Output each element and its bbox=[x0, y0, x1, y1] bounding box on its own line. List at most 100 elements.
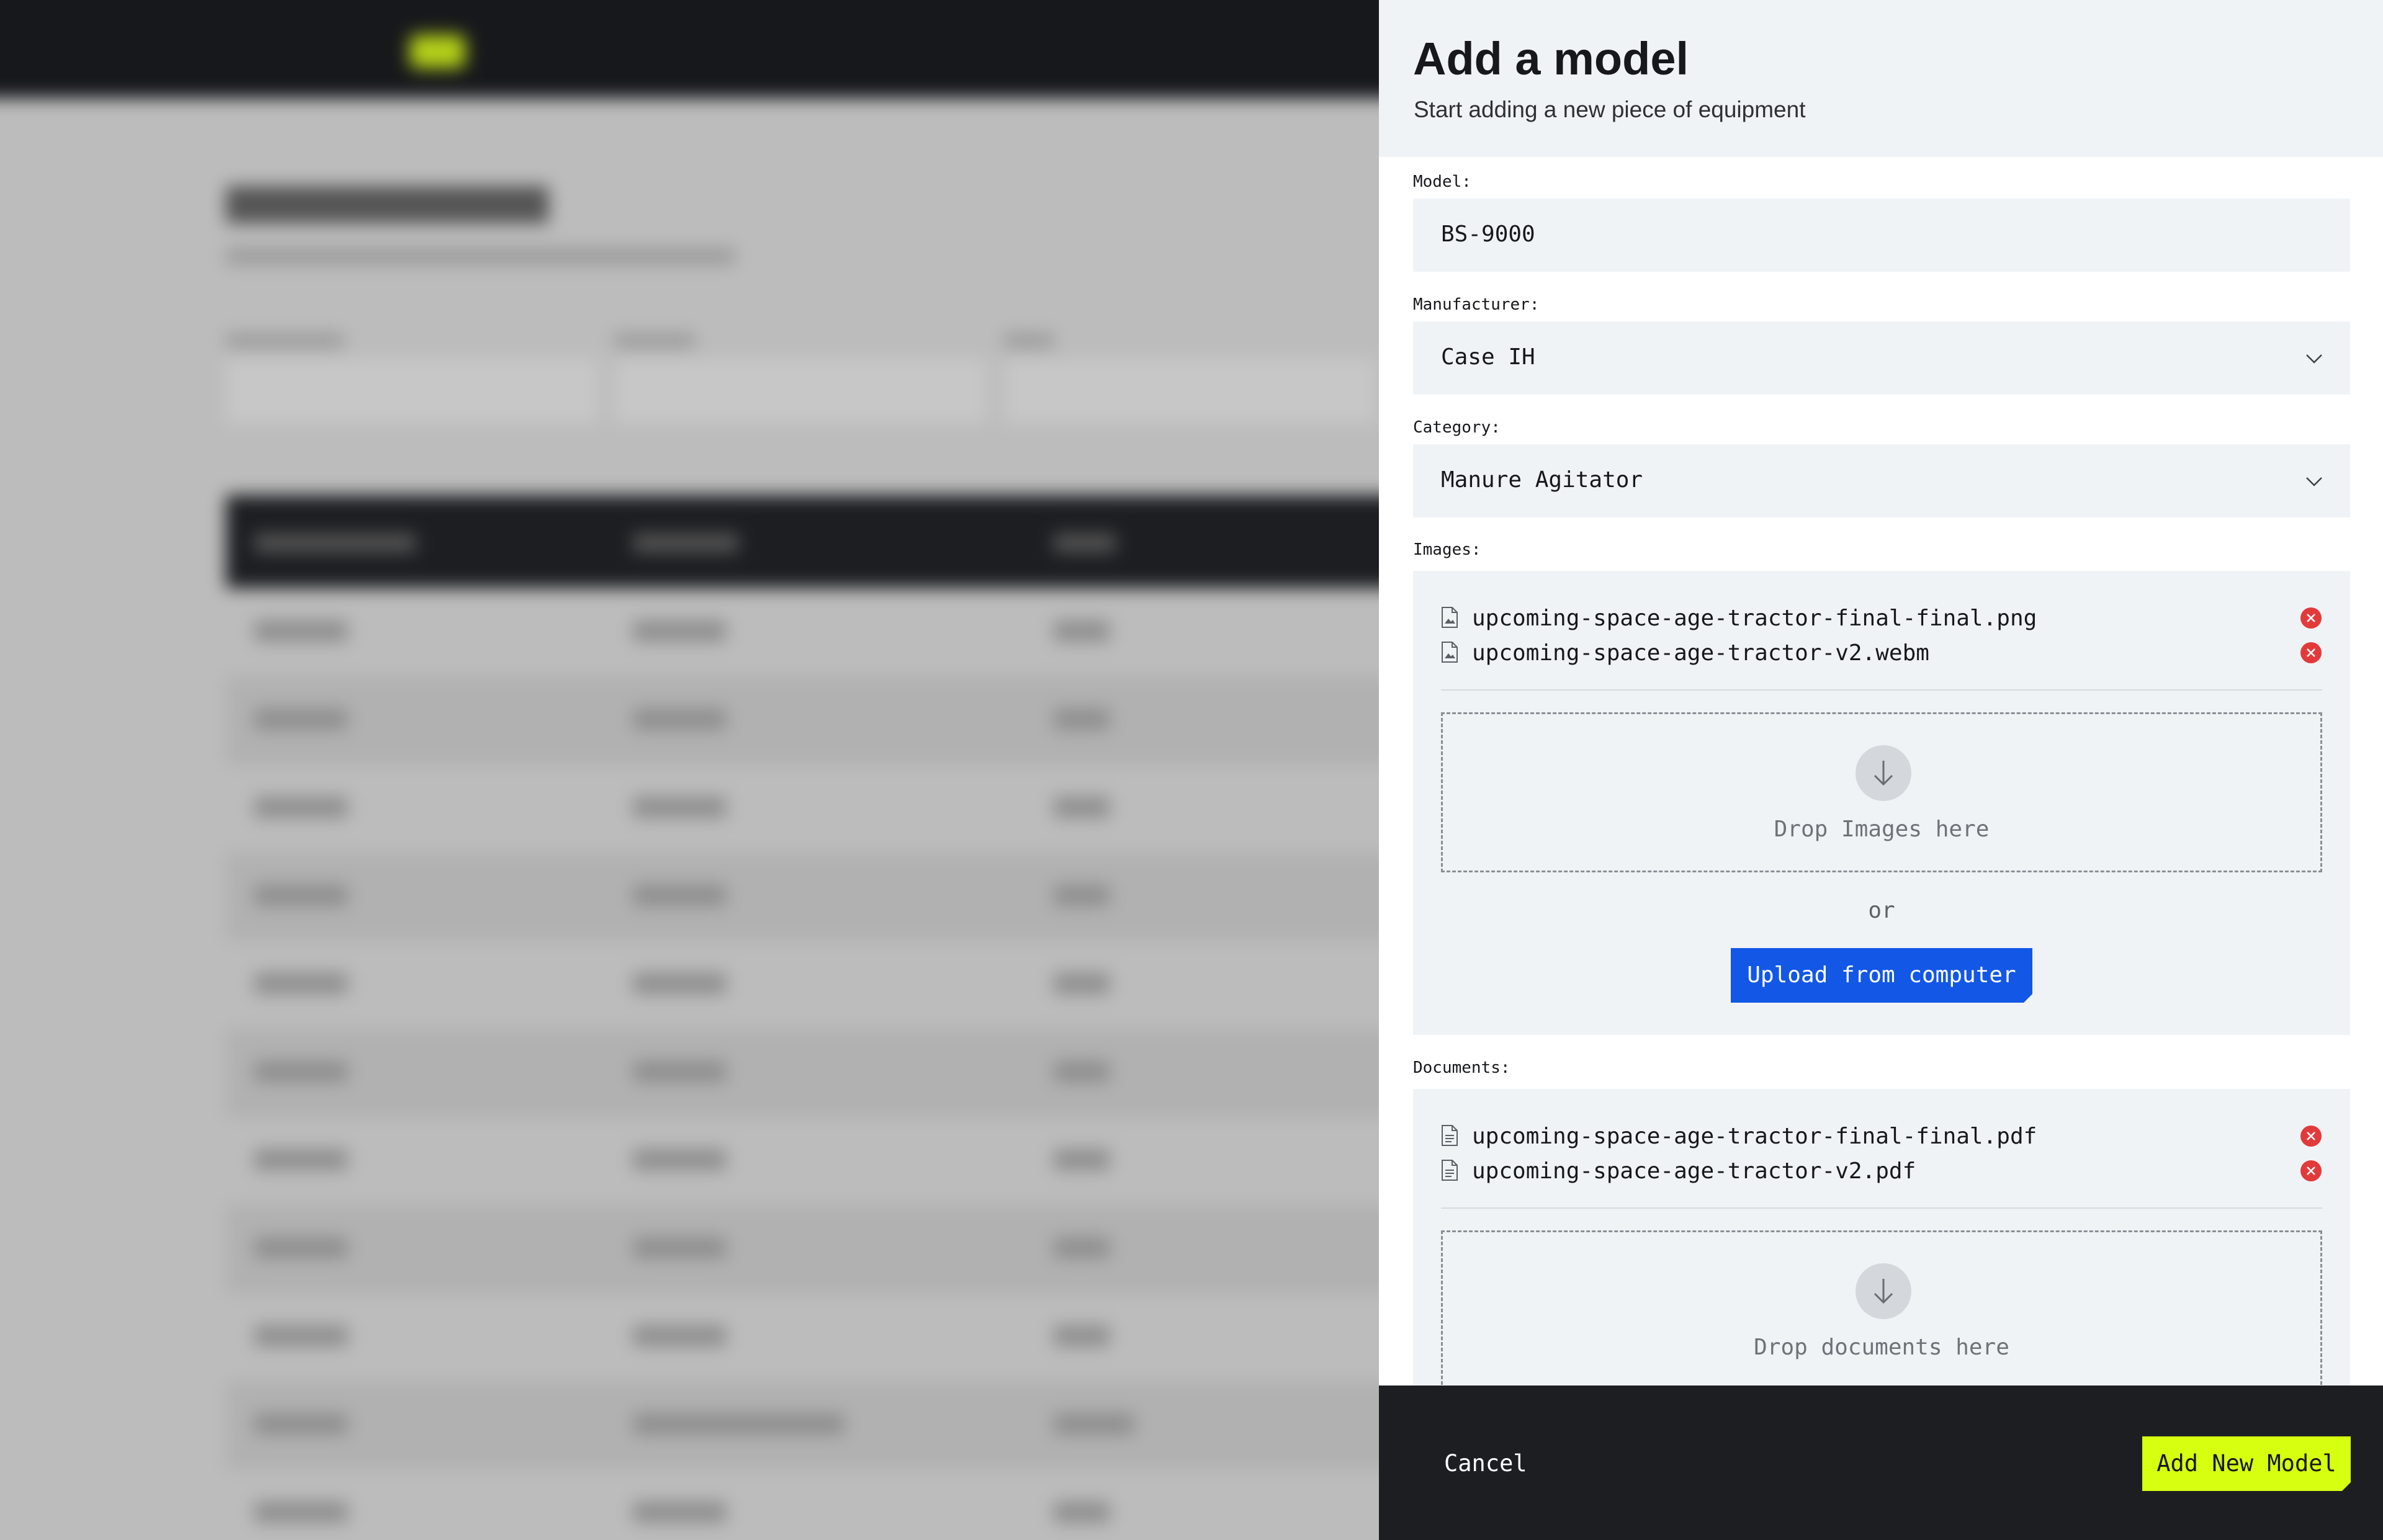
remove-file-icon[interactable] bbox=[2300, 1125, 2322, 1147]
documents-drop-text: Drop documents here bbox=[1754, 1335, 2009, 1360]
image-file-icon bbox=[1442, 642, 1458, 663]
image-file-item: upcoming-space-age-tractor-v2.webm bbox=[1441, 637, 2322, 669]
background-cell bbox=[254, 885, 348, 906]
documents-dropzone[interactable]: Drop documents here bbox=[1441, 1230, 2322, 1390]
background-column-header bbox=[254, 534, 416, 552]
add-new-model-button[interactable]: Add New Model bbox=[2142, 1436, 2351, 1491]
background-cell bbox=[254, 1061, 348, 1082]
background-cell bbox=[1054, 1061, 1110, 1082]
model-input[interactable]: BS-9000 bbox=[1413, 199, 2350, 272]
background-cell bbox=[633, 620, 726, 642]
category-label: Category: bbox=[1413, 418, 1501, 437]
background-filter-select bbox=[1004, 359, 1376, 423]
images-label: Images: bbox=[1413, 540, 1481, 559]
background-table-row bbox=[226, 1293, 1379, 1381]
background-cell bbox=[633, 885, 726, 906]
background-filter-select bbox=[226, 359, 598, 423]
background-cell bbox=[633, 1325, 726, 1346]
images-upload-section: upcoming-space-age-tractor-final-final.p… bbox=[1413, 571, 2350, 1035]
document-file-name: upcoming-space-age-tractor-v2.pdf bbox=[1472, 1158, 1916, 1184]
background-cell bbox=[1054, 1325, 1110, 1346]
background-cell bbox=[254, 797, 348, 818]
background-cell bbox=[633, 797, 726, 818]
drawer-footer: Cancel Add New Model bbox=[1379, 1386, 2383, 1540]
arrow-down-icon bbox=[1856, 745, 1911, 801]
background-cell bbox=[254, 1502, 348, 1523]
background-cell bbox=[1054, 1237, 1110, 1258]
background-table-row bbox=[226, 941, 1379, 1029]
background-filter-label bbox=[226, 334, 344, 347]
model-label: Model: bbox=[1413, 172, 1471, 191]
drawer-header: Add a model Start adding a new piece of … bbox=[1379, 0, 2383, 157]
background-table-row bbox=[226, 588, 1379, 676]
background-table-row bbox=[226, 676, 1379, 764]
chevron-down-icon bbox=[2306, 477, 2322, 486]
manufacturer-select[interactable]: Case IH bbox=[1413, 321, 2350, 395]
cancel-button[interactable]: Cancel bbox=[1444, 1450, 1527, 1477]
background-cell bbox=[1054, 1413, 1134, 1435]
background-cell bbox=[254, 1149, 348, 1170]
background-cell bbox=[1054, 885, 1110, 906]
background-cell bbox=[254, 709, 348, 730]
arrow-down-icon bbox=[1856, 1263, 1911, 1319]
background-cell bbox=[1054, 973, 1110, 994]
background-cell bbox=[1054, 1149, 1110, 1170]
model-value: BS-9000 bbox=[1441, 222, 1535, 247]
background-cell bbox=[1054, 620, 1110, 642]
background-table-row bbox=[226, 764, 1379, 853]
background-cell bbox=[633, 1413, 844, 1435]
image-file-icon bbox=[1442, 607, 1458, 628]
background-cell bbox=[1054, 797, 1110, 818]
background-cell bbox=[254, 1413, 348, 1435]
drawer-title: Add a model bbox=[1413, 33, 1689, 84]
background-filter-label bbox=[1004, 334, 1054, 347]
document-file-icon bbox=[1442, 1125, 1458, 1146]
background-cell bbox=[633, 709, 726, 730]
category-select[interactable]: Manure Agitator bbox=[1413, 444, 2350, 517]
background-cell bbox=[1054, 709, 1110, 730]
remove-file-icon[interactable] bbox=[2300, 607, 2322, 629]
documents-label: Documents: bbox=[1413, 1059, 1510, 1077]
document-file-icon bbox=[1442, 1160, 1458, 1181]
remove-file-icon[interactable] bbox=[2300, 642, 2322, 664]
manufacturer-label: Manufacturer: bbox=[1413, 295, 1540, 314]
background-cell bbox=[254, 620, 348, 642]
background-cell bbox=[633, 973, 726, 994]
divider bbox=[1441, 1207, 2322, 1209]
category-value: Manure Agitator bbox=[1441, 467, 1643, 493]
upload-from-computer-button[interactable]: Upload from computer bbox=[1731, 948, 2032, 1003]
chevron-down-icon bbox=[2306, 354, 2322, 364]
background-page-title bbox=[226, 186, 549, 223]
background-table-row bbox=[226, 1117, 1379, 1205]
background-column-header bbox=[633, 534, 738, 552]
background-logo-badge bbox=[410, 35, 465, 68]
background-table-row bbox=[226, 1029, 1379, 1117]
background-top-bar bbox=[0, 0, 1379, 98]
background-column-header bbox=[1054, 534, 1116, 552]
background-cell bbox=[254, 1237, 348, 1258]
background-table-row bbox=[226, 1205, 1379, 1293]
image-file-name: upcoming-space-age-tractor-v2.webm bbox=[1472, 640, 1929, 666]
background-table-row bbox=[226, 1469, 1379, 1540]
background-filter-label bbox=[614, 334, 695, 347]
document-file-item: upcoming-space-age-tractor-v2.pdf bbox=[1441, 1155, 2322, 1187]
images-dropzone[interactable]: Drop Images here bbox=[1441, 712, 2322, 872]
background-cell bbox=[254, 973, 348, 994]
background-cell bbox=[633, 1061, 726, 1082]
background-cell bbox=[633, 1502, 726, 1523]
background-filter-select bbox=[614, 359, 987, 423]
manufacturer-value: Case IH bbox=[1441, 344, 1535, 370]
documents-upload-section: upcoming-space-age-tractor-final-final.p… bbox=[1413, 1089, 2350, 1424]
image-file-item: upcoming-space-age-tractor-final-final.p… bbox=[1441, 602, 2322, 634]
background-app-blurred bbox=[0, 0, 1379, 1540]
background-cell bbox=[633, 1237, 726, 1258]
background-cell bbox=[633, 1149, 726, 1170]
background-cell bbox=[1054, 1502, 1110, 1523]
or-text: or bbox=[1868, 898, 1895, 923]
background-cell bbox=[254, 1325, 348, 1346]
divider bbox=[1441, 689, 2322, 691]
drawer-subtitle: Start adding a new piece of equipment bbox=[1414, 97, 1806, 122]
remove-file-icon[interactable] bbox=[2300, 1160, 2322, 1182]
document-file-item: upcoming-space-age-tractor-final-final.p… bbox=[1441, 1120, 2322, 1152]
background-page-subtitle bbox=[226, 248, 735, 264]
